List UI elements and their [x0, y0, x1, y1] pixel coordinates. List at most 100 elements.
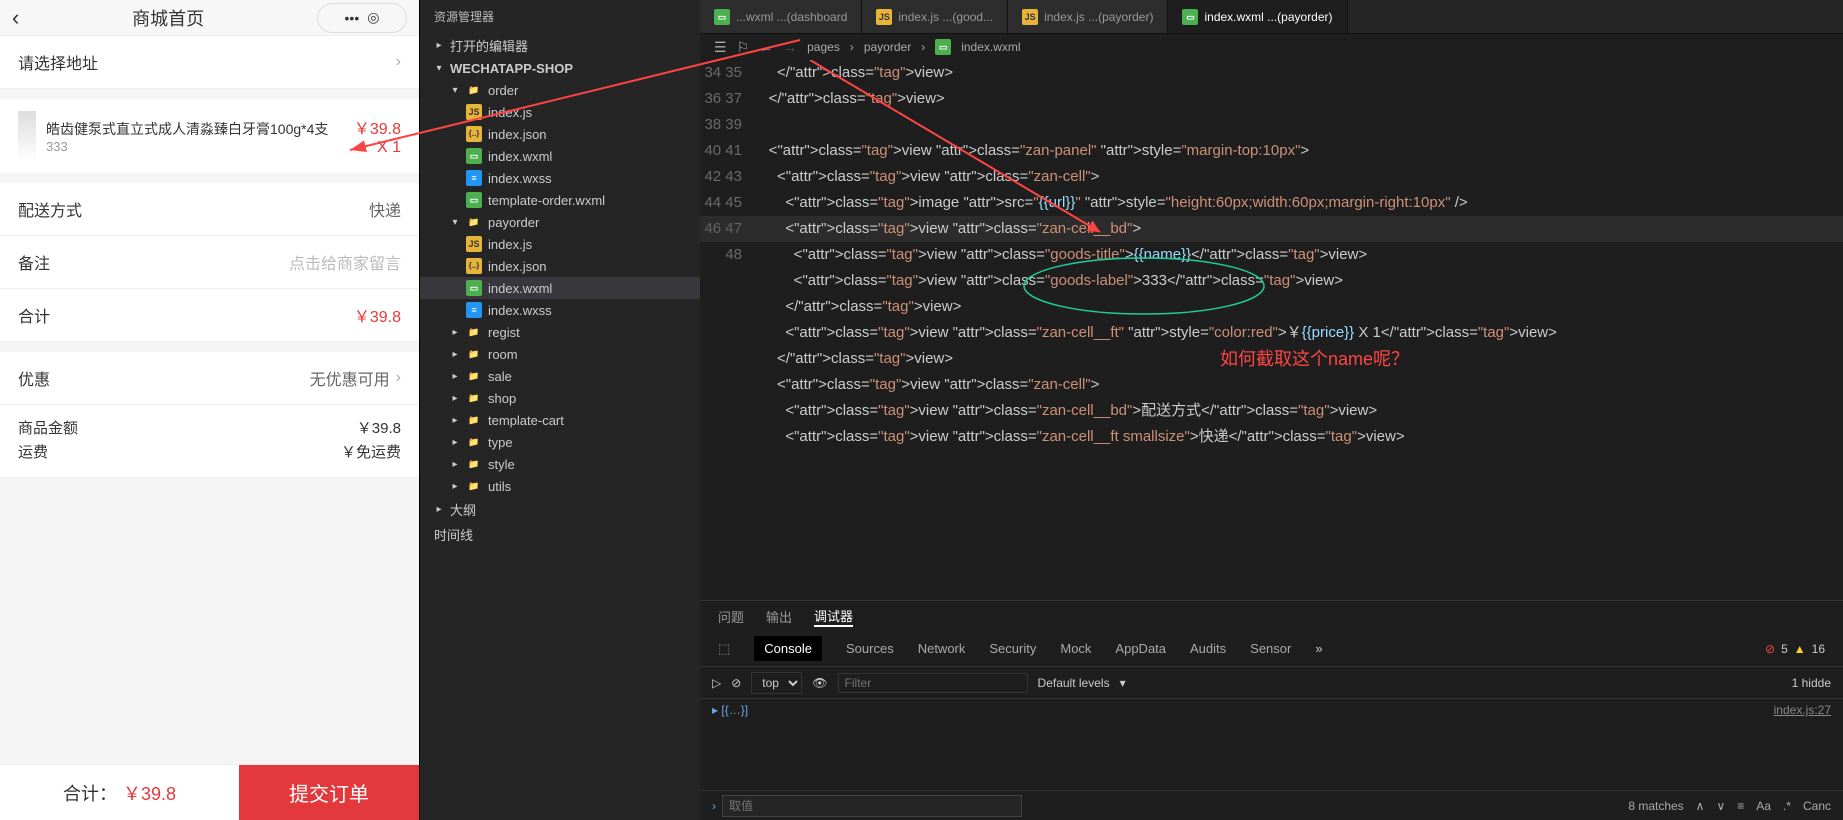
page-title: 商城首页	[19, 5, 317, 31]
file-tree: ▸打开的编辑器 ▾WECHATAPP-SHOP ▾📁order JSindex.…	[420, 33, 700, 820]
goods-price: ￥39.8	[354, 115, 401, 139]
tab-output[interactable]: 输出	[766, 607, 792, 626]
devtab-console[interactable]: Console	[754, 636, 822, 661]
folder-icon: 📁	[466, 434, 482, 450]
folder-icon: 📁	[466, 214, 482, 230]
devtab-sensor[interactable]: Sensor	[1250, 641, 1291, 656]
bottom-panel: 问题 输出 调试器 ⬚ Console Sources Network Secu…	[700, 600, 1843, 820]
console-log[interactable]: ▸ [{…}] index.js:27	[700, 699, 1843, 790]
devtab-mock[interactable]: Mock	[1060, 641, 1091, 656]
ide: 资源管理器 ▸打开的编辑器 ▾WECHATAPP-SHOP ▾📁order JS…	[420, 0, 1843, 820]
folder-icon: 📁	[466, 412, 482, 428]
goods-sub: 333	[46, 139, 354, 154]
folder-room[interactable]: ▸📁room	[420, 343, 700, 365]
json-icon: {..}	[466, 126, 482, 142]
console-input[interactable]	[722, 795, 1022, 817]
folder-order[interactable]: ▾📁order	[420, 79, 700, 101]
inspect-icon[interactable]: ⬚	[718, 641, 730, 657]
eye-icon[interactable]: 👁	[812, 676, 827, 690]
folder-style[interactable]: ▸📁style	[420, 453, 700, 475]
phone-footer: 合计：￥39.8 提交订单	[0, 764, 419, 820]
section-timeline[interactable]: 时间线	[420, 522, 700, 547]
tab-debugger[interactable]: 调试器	[814, 606, 853, 627]
more-icon[interactable]: »	[1315, 641, 1322, 656]
play-icon[interactable]: ▷	[712, 676, 721, 690]
back-icon[interactable]: ‹	[12, 5, 19, 31]
devtab-appdata[interactable]: AppData	[1115, 641, 1166, 656]
up-icon[interactable]: ∧	[1696, 799, 1705, 813]
cancel-button[interactable]: Canc	[1803, 799, 1831, 813]
clear-icon[interactable]: ⊘	[731, 676, 741, 690]
folder-icon: 📁	[466, 82, 482, 98]
back-icon[interactable]: ←	[759, 39, 773, 55]
file-indexwxss[interactable]: ≡index.wxss	[420, 167, 700, 189]
total-cell: 合计 ￥39.8	[0, 289, 419, 342]
file-indexwxml-active[interactable]: ▭index.wxml	[420, 277, 700, 299]
list-icon[interactable]: ☰	[714, 39, 727, 56]
folder-icon: 📁	[466, 390, 482, 406]
wxml-icon: ▭	[466, 148, 482, 164]
down-icon[interactable]: ∨	[1716, 799, 1725, 813]
address-hint: 请选择地址	[18, 50, 390, 74]
folder-icon: 📁	[466, 368, 482, 384]
devtab-security[interactable]: Security	[989, 641, 1036, 656]
file-indexjs[interactable]: JSindex.js	[420, 101, 700, 123]
section-open-editors[interactable]: ▸打开的编辑器	[420, 33, 700, 58]
devtab-network[interactable]: Network	[918, 641, 966, 656]
wxml-icon: ▭	[466, 192, 482, 208]
section-root[interactable]: ▾WECHATAPP-SHOP	[420, 58, 700, 79]
annotation-text: 如何截取这个name呢？	[1220, 346, 1409, 372]
summary-block: 商品金额￥39.8 运费￥免运费	[0, 405, 419, 478]
warning-icon: ▲	[1794, 642, 1806, 656]
file-indexjson[interactable]: {..}index.json	[420, 255, 700, 277]
folder-icon: 📁	[466, 324, 482, 340]
folder-utils[interactable]: ▸📁utils	[420, 475, 700, 497]
console-toolbar: ▷ ⊘ top 👁 Default levels▾ 1 hidde	[700, 667, 1843, 699]
bottom-tabs: 问题 输出 调试器	[700, 601, 1843, 631]
breadcrumb: ☰ ⚐ ← → pages› payorder› ▭index.wxml	[700, 34, 1843, 60]
file-indexwxml[interactable]: ▭index.wxml	[420, 145, 700, 167]
folder-payorder[interactable]: ▾📁payorder	[420, 211, 700, 233]
submit-button[interactable]: 提交订单	[239, 765, 419, 820]
discount-cell[interactable]: 优惠 无优惠可用 ›	[0, 352, 419, 405]
wxml-icon: ▭	[935, 39, 951, 55]
forward-icon[interactable]: →	[783, 39, 797, 55]
phone-simulator: ‹ 商城首页 •••◎ 请选择地址 › 皓齿健泵式直立式成人清淼臻白牙膏100g…	[0, 0, 420, 820]
tab-goods-js[interactable]: JSindex.js ...(good...	[862, 0, 1008, 33]
tab-problems[interactable]: 问题	[718, 607, 744, 626]
goods-name: 皓齿健泵式直立式成人清淼臻白牙膏100g*4支	[46, 119, 354, 139]
tab-dashboard[interactable]: ▭...wxml ...(dashboard	[700, 0, 862, 33]
capsule-menu[interactable]: •••◎	[317, 3, 407, 33]
log-source-link[interactable]: index.js:27	[1774, 703, 1831, 786]
tab-payorder-wxml[interactable]: ▭index.wxml ...(payorder)	[1168, 0, 1347, 33]
address-cell[interactable]: 请选择地址 ›	[0, 36, 419, 89]
folder-icon: 📁	[466, 456, 482, 472]
tab-bar: ▭...wxml ...(dashboard JSindex.js ...(go…	[700, 0, 1843, 34]
devtab-audits[interactable]: Audits	[1190, 641, 1226, 656]
goods-image	[18, 111, 36, 161]
file-indexwxss[interactable]: ≡index.wxss	[420, 299, 700, 321]
wxml-icon: ▭	[466, 280, 482, 296]
filter-input[interactable]	[838, 673, 1028, 693]
devtools-tabs: ⬚ Console Sources Network Security Mock …	[700, 631, 1843, 667]
bookmark-icon[interactable]: ⚐	[737, 39, 750, 56]
remark-cell[interactable]: 备注 点击给商家留言	[0, 236, 419, 289]
file-indexjs[interactable]: JSindex.js	[420, 233, 700, 255]
folder-template-cart[interactable]: ▸📁template-cart	[420, 409, 700, 431]
folder-sale[interactable]: ▸📁sale	[420, 365, 700, 387]
goods-item: 皓齿健泵式直立式成人清淼臻白牙膏100g*4支 333 ￥39.8 X 1	[0, 99, 419, 173]
folder-type[interactable]: ▸📁type	[420, 431, 700, 453]
js-icon: JS	[466, 236, 482, 252]
file-template-order[interactable]: ▭template-order.wxml	[420, 189, 700, 211]
section-outline[interactable]: ▸大纲	[420, 497, 700, 522]
code-area[interactable]: 34 35 36 37 38 39 40 41 42 43 44 45 46 4…	[700, 60, 1843, 600]
file-indexjson[interactable]: {..}index.json	[420, 123, 700, 145]
wxss-icon: ≡	[466, 170, 482, 186]
delivery-cell[interactable]: 配送方式 快递	[0, 183, 419, 236]
folder-shop[interactable]: ▸📁shop	[420, 387, 700, 409]
folder-regist[interactable]: ▸📁regist	[420, 321, 700, 343]
context-select[interactable]: top	[751, 672, 802, 694]
devtab-sources[interactable]: Sources	[846, 641, 894, 656]
explorer-panel: 资源管理器 ▸打开的编辑器 ▾WECHATAPP-SHOP ▾📁order JS…	[420, 0, 700, 820]
tab-payorder-js[interactable]: JSindex.js ...(payorder)	[1008, 0, 1168, 33]
